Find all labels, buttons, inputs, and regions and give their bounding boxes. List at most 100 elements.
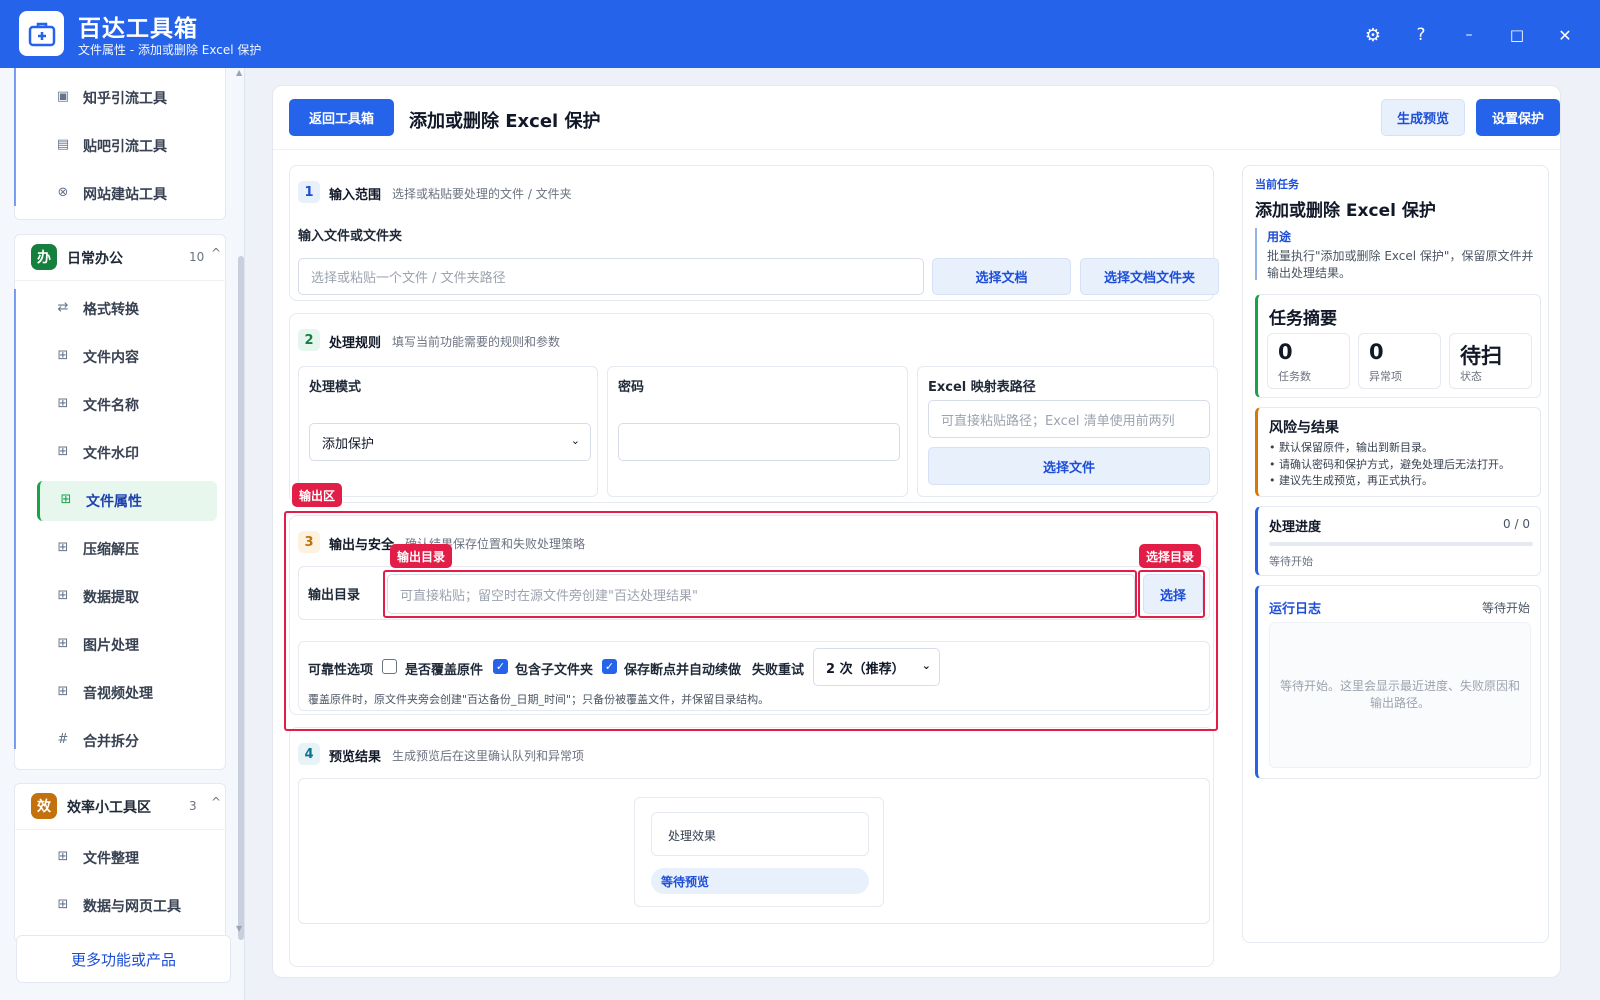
title-bar: 百达工具箱 文件属性 - 添加或删除 Excel 保护 ⚙ ? – □ ✕ <box>0 0 1600 68</box>
sidebar-item-file-name[interactable]: ⊞ 文件名称 <box>37 385 217 425</box>
grid-icon: ⊞ <box>57 348 69 363</box>
section-preview: 4 预览结果 生成预览后在这里确认队列和异常项 处理效果 等待预览 <box>289 727 1214 967</box>
current-task-label: 当前任务 <box>1255 178 1299 191</box>
sidebar-item-media[interactable]: ⊞ 音视频处理 <box>37 673 217 713</box>
risk-item: • 默认保留原件，输出到新目录。 <box>1269 441 1433 454</box>
log-output[interactable]: 等待开始。这里会显示最近进度、失败原因和输出路径。 <box>1269 622 1531 768</box>
sidebar-item-file-content[interactable]: ⊞ 文件内容 <box>37 337 217 377</box>
mode-card: 处理模式 添加保护 ⌄ <box>298 366 598 497</box>
image-icon: ▣ <box>56 89 70 104</box>
sidebar-scrollbar[interactable] <box>238 256 244 940</box>
sidebar-item-label: 压缩解压 <box>83 542 139 558</box>
sidebar-item-website[interactable]: ⊗ 网站建站工具 <box>37 174 217 214</box>
grid-icon: ⊞ <box>57 849 69 864</box>
globe-icon: ⊗ <box>57 185 69 200</box>
scroll-down-icon[interactable]: ▼ <box>236 924 242 933</box>
section-number: 4 <box>298 743 320 765</box>
sidebar: ▲ ▼ ▣ 知乎引流工具 ▤ 贴吧引流工具 ⊗ 网站建站工具 办 日常办公 10… <box>0 68 245 1000</box>
sidebar-item-label: 文件整理 <box>83 851 139 867</box>
collapse-icon[interactable]: ^ <box>211 795 221 809</box>
sidebar-group-traffic: ▣ 知乎引流工具 ▤ 贴吧引流工具 ⊗ 网站建站工具 <box>14 68 226 220</box>
preview-effect-card: 处理效果 等待预览 <box>634 797 884 907</box>
group-header[interactable]: 效 效率小工具区 3 ^ <box>15 784 227 830</box>
header-divider <box>273 149 1560 150</box>
select-folder-button[interactable]: 选择文档文件夹 <box>1080 258 1219 295</box>
select-document-button[interactable]: 选择文档 <box>932 258 1071 295</box>
group-header[interactable]: 办 日常办公 10 ^ <box>15 235 227 281</box>
section-number: 1 <box>298 181 320 203</box>
stat-label: 任务数 <box>1278 370 1311 383</box>
maximize-icon[interactable]: □ <box>1502 20 1532 50</box>
stat-status: 待扫 状态 <box>1449 333 1532 389</box>
purpose-text: 批量执行"添加或删除 Excel 保护"，保留原文件并输出处理结果。 <box>1267 249 1534 280</box>
main-panel: 返回工具箱 添加或删除 Excel 保护 生成预览 设置保护 1 输入范围 选择… <box>272 85 1561 978</box>
excel-mapping-card: Excel 映射表路径 可直接粘贴路径；Excel 清单使用前两列 选择文件 <box>917 366 1218 497</box>
grid-icon: ⊞ <box>57 897 69 912</box>
sidebar-item-label: 音视频处理 <box>83 686 153 702</box>
sidebar-item-label: 知乎引流工具 <box>83 91 167 107</box>
stat-label: 状态 <box>1460 370 1482 383</box>
effect-label: 处理效果 <box>668 829 717 843</box>
section-desc: 选择或粘贴要处理的文件 / 文件夹 <box>392 187 572 201</box>
progress-title: 处理进度 <box>1269 520 1322 535</box>
sidebar-item-file-organize[interactable]: ⊞ 文件整理 <box>37 838 217 878</box>
collapse-icon[interactable]: ^ <box>211 246 221 260</box>
sidebar-item-data-extract[interactable]: ⊞ 数据提取 <box>37 577 217 617</box>
sidebar-item-label: 合并拆分 <box>83 734 139 750</box>
excel-label: Excel 映射表路径 <box>928 380 1036 395</box>
help-icon[interactable]: ? <box>1406 20 1436 50</box>
risk-item: • 建议先生成预览，再正式执行。 <box>1269 474 1433 487</box>
output-area-tag: 输出区 <box>292 483 343 507</box>
toolbox-icon <box>19 11 64 56</box>
stat-value: 待扫 <box>1460 344 1502 368</box>
stat-label: 异常项 <box>1369 370 1402 383</box>
sidebar-item-data-web[interactable]: ⊞ 数据与网页工具 <box>37 886 217 926</box>
scroll-up-icon[interactable]: ▲ <box>236 68 242 77</box>
settings-icon[interactable]: ⚙ <box>1358 20 1388 50</box>
sidebar-item-watermark[interactable]: ⊞ 文件水印 <box>37 433 217 473</box>
status-badge: 等待预览 <box>651 868 869 894</box>
section-title: 预览结果 <box>329 750 382 765</box>
group-badge: 效 <box>31 793 57 819</box>
back-button[interactable]: 返回工具箱 <box>289 99 394 136</box>
stat-value: 0 <box>1369 340 1384 364</box>
risk-card: 风险与结果 • 默认保留原件，输出到新目录。 • 请确认密码和保护方式，避免处理… <box>1255 407 1541 497</box>
excel-path-field[interactable]: 可直接粘贴路径；Excel 清单使用前两列 <box>928 400 1210 438</box>
group-name: 日常办公 <box>67 251 123 267</box>
run-button[interactable]: 设置保护 <box>1476 99 1560 136</box>
app-subtitle: 文件属性 - 添加或删除 Excel 保护 <box>78 43 262 57</box>
grid-icon: ⊞ <box>57 636 69 651</box>
chevron-down-icon: ⌄ <box>570 434 580 447</box>
select-file-button[interactable]: 选择文件 <box>928 447 1210 485</box>
sidebar-item-merge-split[interactable]: # 合并拆分 <box>37 721 217 761</box>
sidebar-item-zhihu[interactable]: ▣ 知乎引流工具 <box>37 78 217 118</box>
sidebar-item-label: 贴吧引流工具 <box>83 139 167 155</box>
sidebar-group-office: 办 日常办公 10 ^ ⇄ 格式转换 ⊞ 文件内容 ⊞ 文件名称 ⊞ 文件水印 … <box>14 234 227 770</box>
sidebar-item-label: 数据提取 <box>83 590 139 606</box>
sidebar-item-image[interactable]: ⊞ 图片处理 <box>37 625 217 665</box>
app-title: 百达工具箱 <box>78 16 198 42</box>
group-name: 效率小工具区 <box>67 800 151 816</box>
mode-select[interactable]: 添加保护 ⌄ <box>309 423 591 461</box>
progress-card: 处理进度 0 / 0 等待开始 <box>1255 506 1541 576</box>
close-icon[interactable]: ✕ <box>1550 20 1580 50</box>
sidebar-item-compress[interactable]: ⊞ 压缩解压 <box>37 529 217 569</box>
preview-button[interactable]: 生成预览 <box>1381 99 1465 136</box>
input-path-field[interactable]: 选择或粘贴一个文件 / 文件夹路径 <box>298 258 924 295</box>
sidebar-item-file-properties[interactable]: ⊞ 文件属性 <box>37 481 217 521</box>
minimize-icon[interactable]: – <box>1454 20 1484 50</box>
section-title: 处理规则 <box>329 336 382 351</box>
section-number: 2 <box>298 329 320 351</box>
task-title: 添加或删除 Excel 保护 <box>1255 201 1436 221</box>
sidebar-group-tools: 效 效率小工具区 3 ^ ⊞ 文件整理 ⊞ 数据与网页工具 <box>14 783 227 943</box>
sidebar-item-label: 文件属性 <box>86 494 142 510</box>
sidebar-item-label: 图片处理 <box>83 638 139 654</box>
grid-icon: ⊞ <box>57 444 69 459</box>
group-count: 10 <box>189 250 205 264</box>
password-field[interactable] <box>618 423 900 461</box>
sidebar-item-tieba[interactable]: ▤ 贴吧引流工具 <box>37 126 217 166</box>
sidebar-item-format-convert[interactable]: ⇄ 格式转换 <box>37 289 217 329</box>
more-products-button[interactable]: 更多功能或产品 <box>16 935 231 983</box>
section-rules: 2 处理规则 填写当前功能需要的规则和参数 处理模式 添加保护 ⌄ 密码 Exc… <box>289 313 1218 503</box>
sidebar-item-label: 格式转换 <box>83 302 139 318</box>
